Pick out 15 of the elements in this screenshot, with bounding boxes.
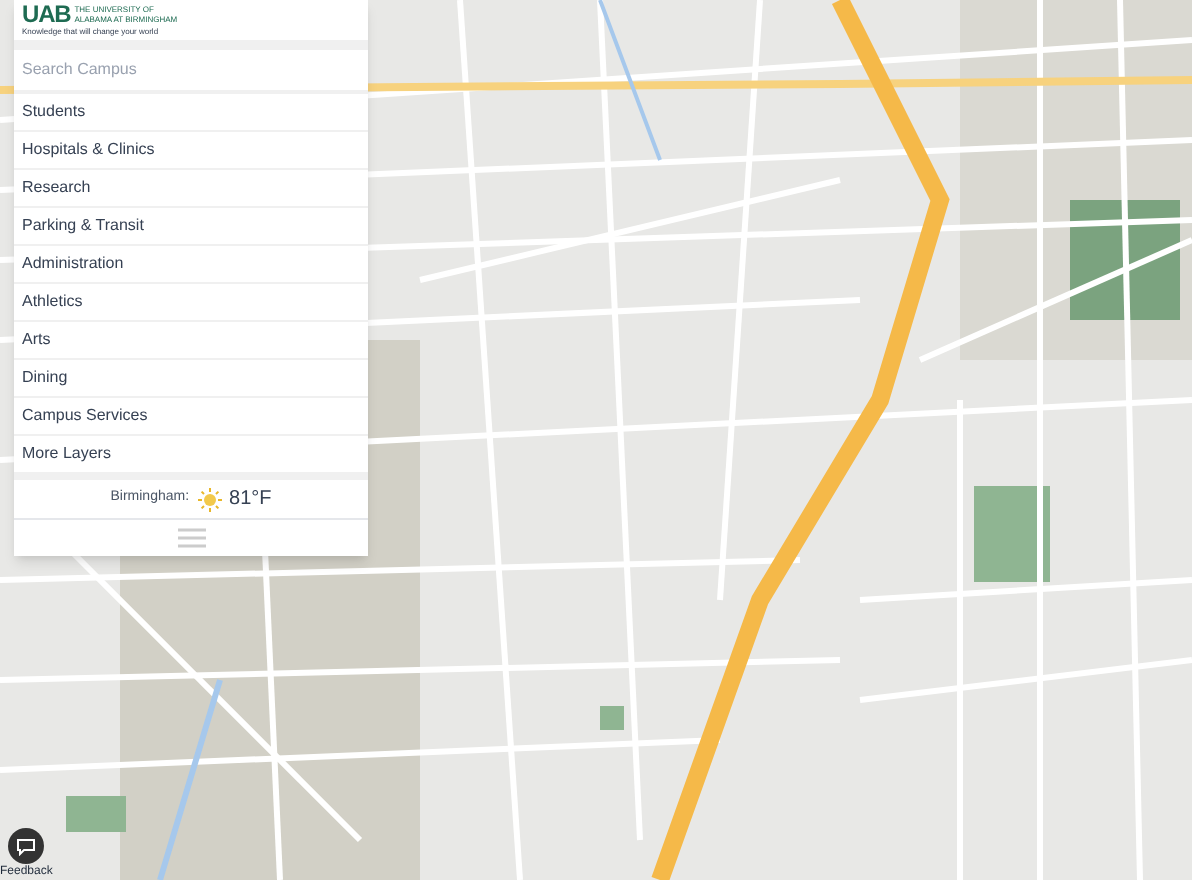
chat-icon xyxy=(16,837,37,855)
menu-item[interactable]: Campus Services xyxy=(14,398,368,434)
menu-item[interactable]: Research xyxy=(14,170,368,206)
menu-item[interactable]: Hospitals & Clinics xyxy=(14,132,368,168)
menu-item[interactable]: Arts xyxy=(14,322,368,358)
menu-item[interactable]: Athletics xyxy=(14,284,368,320)
search-field[interactable]: Search Campus xyxy=(14,49,368,89)
temperature: 81°F xyxy=(229,486,272,514)
menu-item[interactable]: Dining xyxy=(14,360,368,396)
menu-item[interactable]: Students xyxy=(14,94,368,130)
menu-item[interactable]: Administration xyxy=(14,246,368,282)
logo-mark: UAB xyxy=(22,2,71,26)
sun-icon xyxy=(197,487,222,511)
menu-item[interactable]: More Layers xyxy=(14,436,368,472)
menu-item[interactable]: Parking & Transit xyxy=(14,208,368,244)
